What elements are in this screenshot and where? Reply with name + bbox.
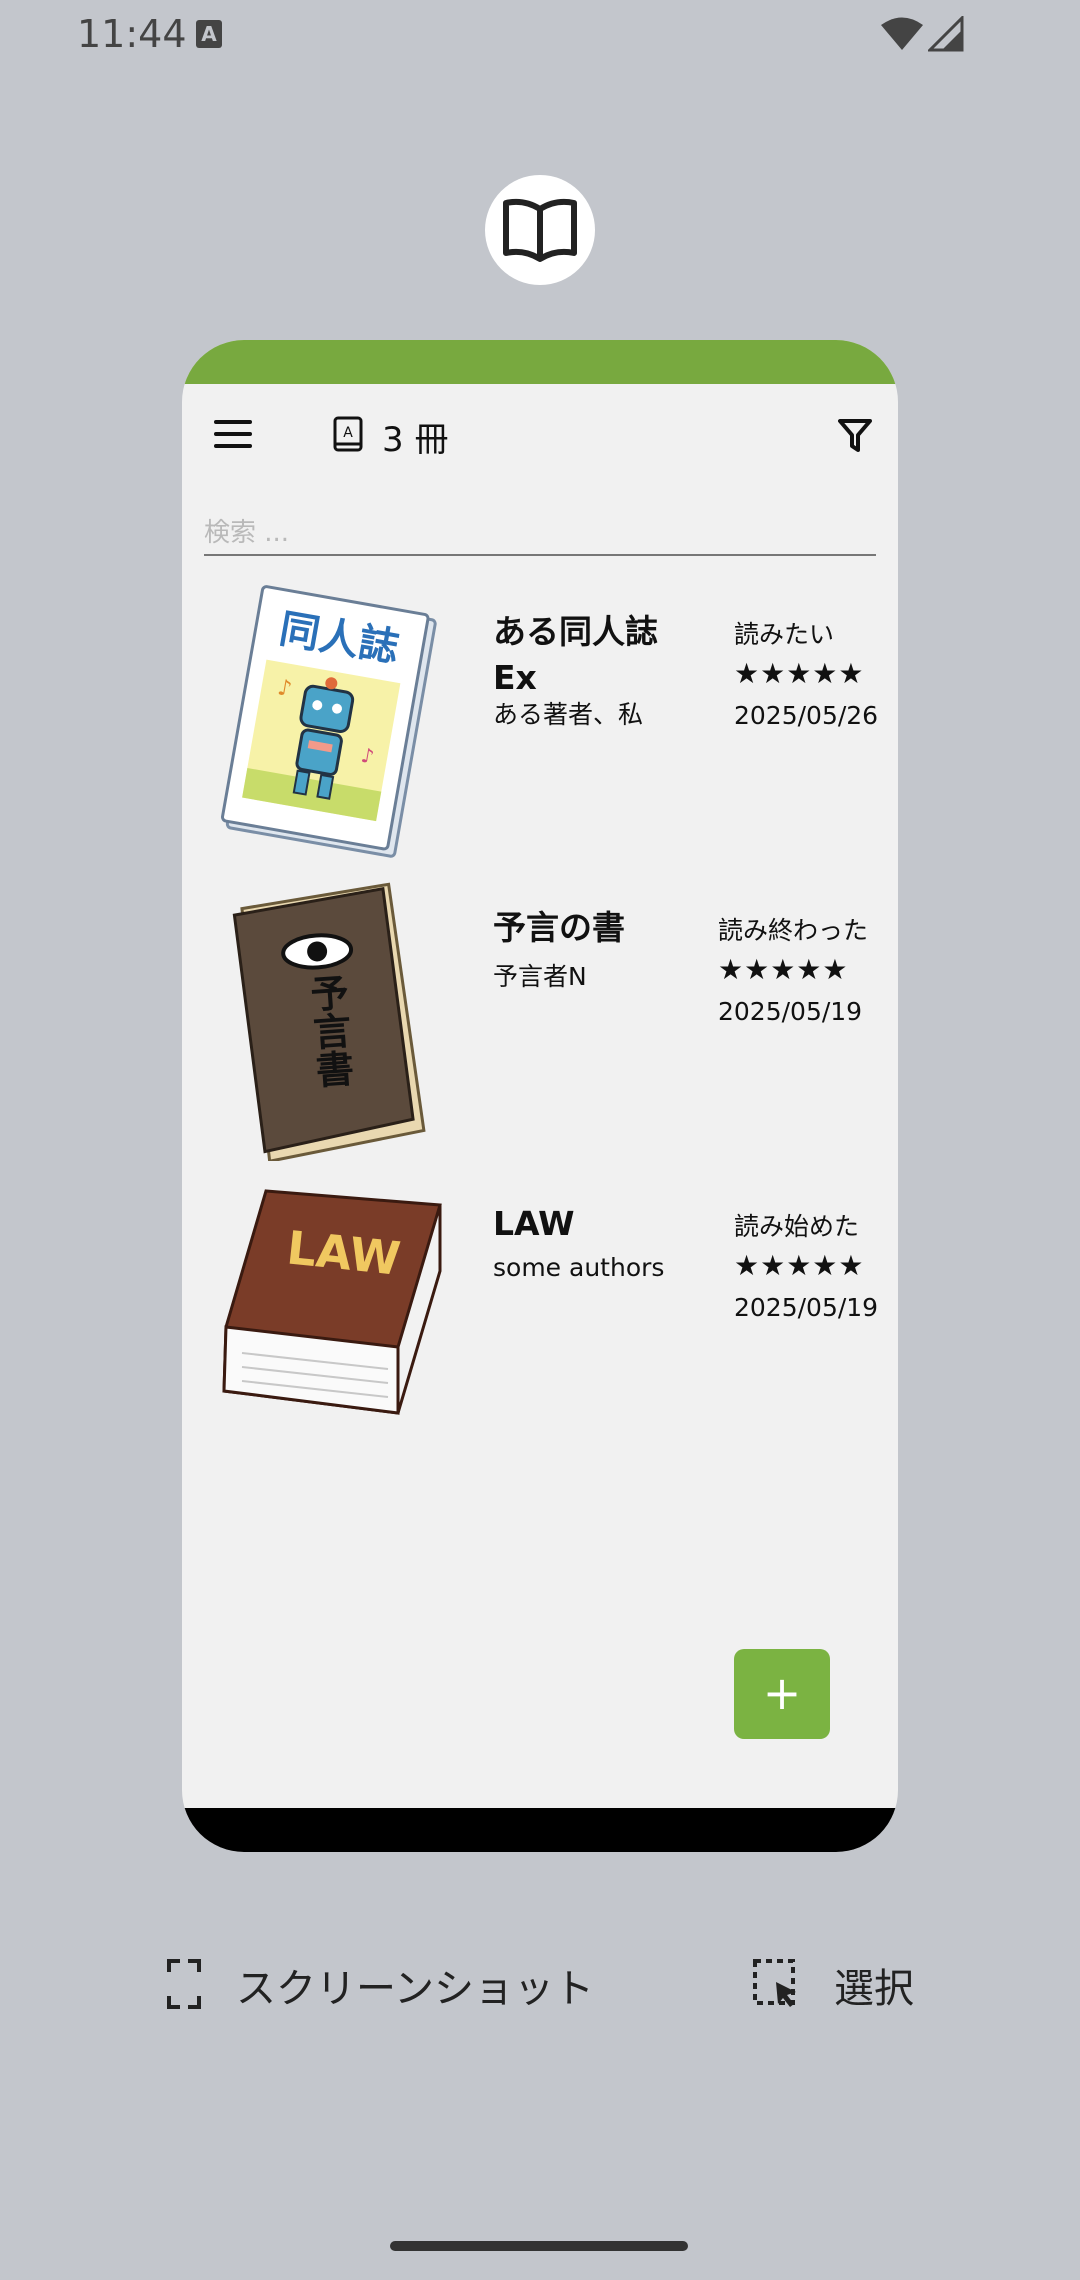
reading-status: 読み始めた <box>734 1212 860 1241</box>
home-gesture-bar[interactable] <box>390 2241 688 2251</box>
book-title: ある同人誌Ex <box>493 612 658 697</box>
book-date: 2025/05/19 <box>718 997 863 1026</box>
open-book-icon <box>503 198 577 262</box>
book-date: 2025/05/26 <box>734 701 879 730</box>
prophecy-book-cover: 予言書 <box>232 882 426 1161</box>
book-item[interactable]: 予言書 予言の書 予言者N 読み終わった ★★★★★ 2025/05/19 <box>182 881 898 1177</box>
app-icon <box>485 175 595 285</box>
book-item[interactable]: 同人誌 ♪ ♪ ある同人誌Ex ある著者、私 読みたい ★★★★★ 2025/0… <box>182 585 898 881</box>
select-icon[interactable] <box>752 1958 800 2010</box>
status-bar: 11:44 A <box>0 0 1080 70</box>
app-toolbar: A 3 冊 <box>182 384 898 484</box>
cover-title: 予言書 <box>303 972 355 1089</box>
reading-status: 読み終わった <box>718 916 869 945</box>
rating-stars: ★★★★★ <box>734 657 865 690</box>
screenshot-button[interactable]: スクリーンショット <box>236 1956 594 2014</box>
search-input[interactable] <box>204 518 876 548</box>
book-title: 予言の書 <box>493 908 625 947</box>
book-date: 2025/05/19 <box>734 1293 879 1322</box>
book-author: ある著者、私 <box>493 700 644 729</box>
law-book-cover: LAW <box>222 1189 442 1415</box>
app-bottom-bar <box>182 1808 898 1852</box>
menu-icon[interactable] <box>214 420 252 448</box>
add-book-button[interactable]: + <box>734 1649 830 1739</box>
rating-stars: ★★★★★ <box>718 953 849 986</box>
select-button[interactable]: 選択 <box>834 1956 914 2014</box>
book-icon: A <box>333 416 363 452</box>
app-preview-card: A 3 冊 同人誌 <box>182 340 898 1852</box>
rating-stars: ★★★★★ <box>734 1249 865 1282</box>
filter-icon[interactable] <box>838 418 872 454</box>
recents-actions: スクリーンショット 選択 <box>0 1950 1080 2020</box>
doujinshi-robot-cover: 同人誌 ♪ ♪ <box>220 585 437 858</box>
svg-text:A: A <box>343 425 353 441</box>
notification-icon: A <box>196 20 222 48</box>
book-item[interactable]: LAW LAW some authors 読み始めた ★★★★★ 2025/05… <box>182 1177 898 1473</box>
status-time: 11:44 <box>77 12 187 56</box>
search-field[interactable] <box>204 514 876 556</box>
app-top-bar <box>182 340 898 384</box>
book-title: LAW <box>493 1204 575 1243</box>
book-author: 予言者N <box>493 962 587 991</box>
screenshot-icon[interactable] <box>166 1958 202 2010</box>
book-list: 同人誌 ♪ ♪ ある同人誌Ex ある著者、私 読みたい ★★★★★ 2025/0… <box>182 585 898 1473</box>
reading-status: 読みたい <box>734 620 835 649</box>
book-author: some authors <box>493 1253 665 1282</box>
book-count-label: 3 冊 <box>382 420 449 460</box>
wifi-icon <box>881 17 923 50</box>
signal-icon <box>928 16 964 52</box>
